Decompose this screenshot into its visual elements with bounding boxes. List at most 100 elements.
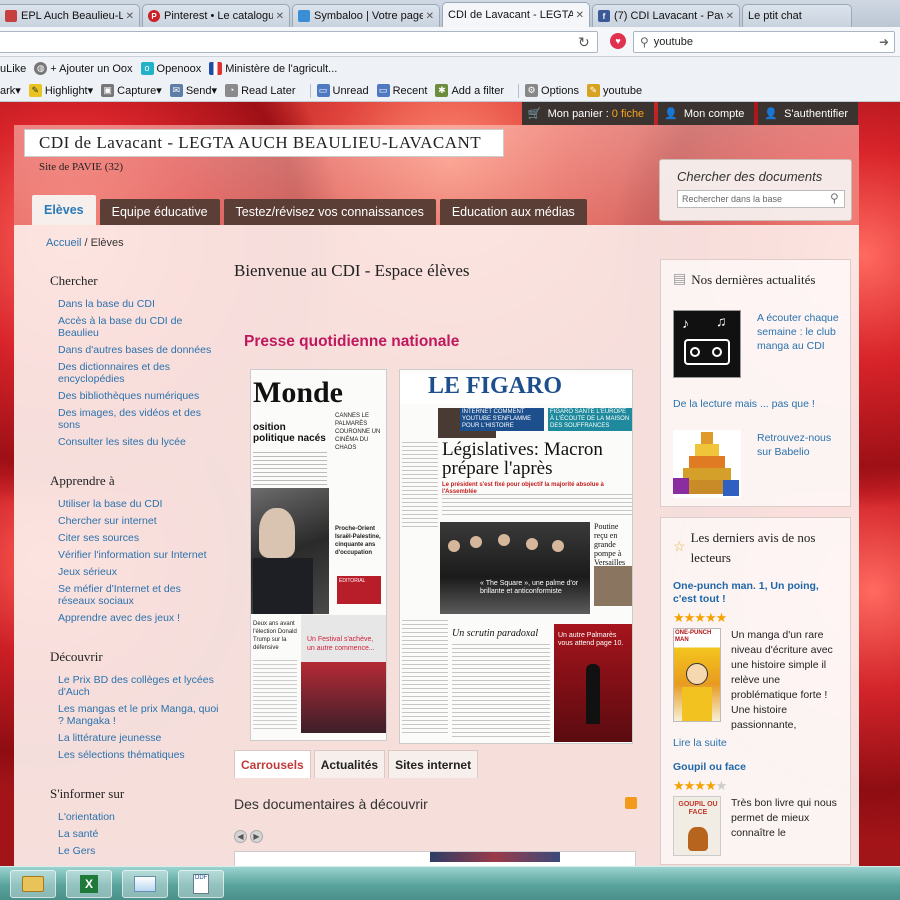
login-button[interactable]: 👤 S'authentifier (758, 102, 858, 125)
le-monde-trump: Deux ans avant l'élection Donald Trump s… (253, 621, 297, 651)
nav-link[interactable]: Jeux sérieux (58, 566, 221, 578)
nav-link[interactable]: Le Prix BD des collèges et lycées d'Auch (58, 674, 221, 698)
nav-link[interactable]: Des dictionnaires et des encyclopédies (58, 361, 221, 385)
carousel-title: Des documentaires à découvrir (234, 796, 428, 812)
rss-icon[interactable] (625, 797, 637, 809)
menu-equipe[interactable]: Equipe éducative (99, 199, 220, 225)
cart-button[interactable]: 🛒 Mon panier :0 fiche (521, 102, 655, 125)
toolbar-item-ark[interactable]: ark ▾ (0, 84, 21, 98)
close-icon[interactable]: ✕ (426, 11, 434, 22)
nav-link[interactable]: Accès à la base du CDI de Beaulieu (58, 315, 221, 339)
send-button[interactable]: ✉ Send ▾ (169, 84, 217, 97)
le-figaro-masthead: LE FIGARO (428, 373, 563, 399)
menu-eleves[interactable]: Elèves (32, 195, 96, 225)
arrow-right-icon[interactable]: ➜ (879, 35, 889, 49)
search-input[interactable]: ⚲ youtube ➜ (633, 31, 895, 53)
odf-icon[interactable]: ODF (178, 869, 224, 898)
site-subtitle: Site de PAVIE (32) (39, 161, 124, 173)
globe-icon: ◍ (34, 62, 48, 75)
site-title[interactable]: CDI de Lavacant - LEGTA AUCH BEAULIEU-LA… (24, 129, 504, 157)
nav-link[interactable]: Dans la base du CDI (58, 298, 221, 310)
browser-tab-5[interactable]: f(7) CDI Lavacant - Pavie (✕ (592, 4, 740, 27)
read-later-button[interactable]: ◔ Read Later (225, 84, 296, 97)
news-item[interactable]: Retrouvez-nous sur Babelio (673, 430, 840, 498)
nav-link[interactable]: Utiliser la base du CDI (58, 498, 221, 510)
browser-tab-4[interactable]: CDI de Lavacant - LEGTA AUC✕ (442, 2, 590, 27)
close-icon[interactable]: ✕ (276, 11, 284, 22)
nav-link[interactable]: Des images, des vidéos et des sons (58, 407, 221, 431)
nav-link[interactable]: Apprendre avec des jeux ! (58, 612, 221, 624)
read-more-link[interactable]: Lire la suite (673, 737, 840, 749)
nav-link[interactable]: La santé (58, 828, 221, 840)
nav-link[interactable]: Chercher sur internet (58, 515, 221, 527)
highlight-button[interactable]: ✎ Highlight ▾ (28, 84, 93, 97)
close-icon[interactable]: ✕ (126, 11, 134, 22)
excel-icon[interactable]: X (66, 869, 112, 898)
close-icon[interactable]: ✕ (726, 11, 734, 22)
bookmark-ulike[interactable]: uLike (0, 63, 26, 75)
nav-link[interactable]: La littérature jeunesse (58, 732, 221, 744)
pocket-icon[interactable]: ♥ (610, 33, 626, 49)
catalog-search-input[interactable]: Rechercher dans la base (677, 190, 845, 208)
documentaries-carousel[interactable] (234, 851, 636, 866)
nav-link[interactable]: Les mangas et le prix Manga, quoi ? Mang… (58, 703, 221, 727)
recent-button[interactable]: ▭ Recent (376, 84, 427, 97)
carousel-item[interactable] (430, 852, 560, 862)
browser-tab-3[interactable]: Symbaloo | Votre page d'✕ (292, 4, 440, 27)
tab-sites-internet[interactable]: Sites internet (388, 750, 479, 778)
news-item[interactable]: ♪ ♫ A écouter chaque semaine : le club m… (673, 310, 840, 378)
options-button[interactable]: ⚙ Options (525, 84, 579, 97)
nav-link[interactable]: Les sélections thématiques (58, 749, 221, 761)
news-box: ▤ Nos dernières actualités ♪ ♫ A écouter … (660, 259, 851, 507)
pinterest-icon: P (148, 10, 160, 22)
url-input[interactable] (0, 31, 598, 53)
nav-link[interactable]: Dans d'autres bases de données (58, 344, 221, 356)
menu-education-medias[interactable]: Education aux médias (439, 199, 587, 225)
le-monde-proche-orient: Proche-Orient Israël-Palestine, cinquant… (335, 526, 381, 556)
nav-link[interactable]: Se méfier d'Internet et des réseaux soci… (58, 583, 221, 607)
le-figaro-frontpage[interactable]: LE FIGARO INTERNET COMMENT YOUTUBE S'ENF… (399, 369, 633, 744)
youtube-bookmark[interactable]: ✎ youtube (586, 84, 642, 97)
capture-button[interactable]: ▣ Capture ▾ (101, 84, 162, 97)
account-button[interactable]: 👤 Mon compte (658, 102, 755, 125)
rating-stars: ★★★★★ (673, 610, 727, 625)
bookmark-openoox[interactable]: o Openoox (140, 62, 201, 75)
reload-icon[interactable]: ↻ (578, 34, 590, 51)
nav-link[interactable]: L'orientation (58, 811, 221, 823)
unread-button[interactable]: ▭ Unread (316, 84, 369, 97)
page-icon (5, 10, 17, 22)
review-title[interactable]: One-punch man. 1, Un poing, c'est tout ! (673, 580, 840, 606)
nav-link[interactable]: Des bibliothèques numériques (58, 390, 221, 402)
explorer-icon[interactable] (10, 869, 56, 898)
browser-tab-1[interactable]: EPL Auch Beaulieu-Lavac✕ (0, 4, 140, 27)
search-icon[interactable]: ⚲ (830, 191, 839, 205)
festival-promo: Un Festival s'achève, un autre commence.… (301, 615, 386, 733)
review-title[interactable]: Goupil ou face (673, 761, 840, 774)
review-text: Un manga d'un rare niveau d'écriture ave… (731, 629, 833, 731)
chevron-right-icon[interactable]: ▶ (250, 830, 263, 843)
review-item: GOUPIL OU FACE Très bon livre qui nous p… (673, 796, 840, 856)
user-icon: 👤 (664, 108, 678, 120)
nav-link[interactable]: Consulter les sites du lycée (58, 436, 221, 448)
chevron-left-icon[interactable]: ◀ (234, 830, 247, 843)
tab-actualites[interactable]: Actualités (313, 750, 386, 778)
news-link[interactable]: De la lecture mais ... pas que ! (673, 398, 840, 410)
nav-link[interactable]: Citer ses sources (58, 532, 221, 544)
tab-carrousels[interactable]: Carrousels (234, 750, 311, 778)
add-filter-button[interactable]: ✱ Add a filter (435, 84, 504, 97)
nav-link[interactable]: Vérifier l'information sur Internet (58, 549, 221, 561)
site-wrapper: CDI de Lavacant - LEGTA AUCH BEAULIEU-LA… (14, 125, 859, 866)
le-monde-frontpage[interactable]: Monde osition politique nacés CANNES LE … (250, 369, 387, 741)
breadcrumb-home[interactable]: Accueil (46, 237, 81, 249)
book-cover[interactable]: GOUPIL OU FACE (673, 796, 721, 856)
nav-link[interactable]: Le Gers (58, 845, 221, 857)
symbaloo-icon (298, 10, 310, 22)
close-icon[interactable]: ✕ (576, 10, 584, 21)
window-icon[interactable] (122, 869, 168, 898)
menu-testez[interactable]: Testez/révisez vos connaissances (223, 199, 436, 225)
bookmark-ministere[interactable]: Ministère de l'agricult... (209, 62, 337, 75)
book-cover[interactable]: ONE-PUNCH MAN (673, 628, 721, 722)
browser-tab-6[interactable]: Le ptit chat (742, 4, 852, 27)
bookmark-add-oox[interactable]: ◍ + Ajouter un Oox (34, 62, 133, 75)
browser-tab-2[interactable]: PPinterest • Le catalogue d✕ (142, 4, 290, 27)
